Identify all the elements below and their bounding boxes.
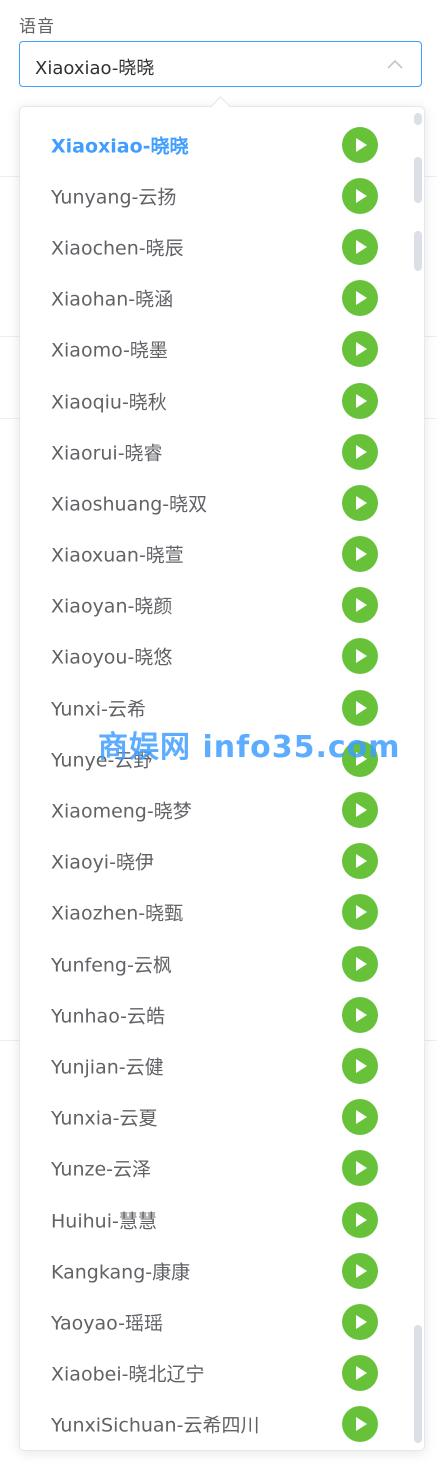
play-circle-icon[interactable] [342,792,378,829]
voice-option-label: Xiaoyi-晓伊 [51,851,154,874]
play-circle-icon[interactable] [342,331,378,368]
play-circle-icon[interactable] [342,177,378,214]
voice-option-label: Xiaomo-晓墨 [51,339,168,362]
play-circle-icon[interactable] [342,1406,378,1443]
voice-option[interactable]: Yunze-云泽 [20,1143,424,1194]
play-circle-icon[interactable] [342,228,378,265]
voice-option-label: Yunyang-云扬 [51,186,177,209]
voice-option[interactable]: Xiaorui-晓睿 [20,426,424,477]
voice-option[interactable]: Xiaoxiao-晓晓 [20,119,424,170]
play-circle-icon[interactable] [342,382,378,419]
voice-option-label: Yunjian-云健 [51,1056,164,1079]
voice-option-label: Xiaochen-晓辰 [51,237,184,260]
voice-option-label: Xiaoyou-晓悠 [51,646,173,669]
play-circle-icon[interactable] [342,1355,378,1392]
voice-option[interactable]: Yunfeng-云枫 [20,938,424,989]
voice-option-label: Xiaoxiao-晓晓 [51,135,189,158]
voice-option[interactable]: Yunxia-云夏 [20,1092,424,1143]
voice-option[interactable]: Xiaomeng-晓梦 [20,784,424,835]
voice-option-label: Yunxia-云夏 [51,1107,158,1130]
voice-option-label: Yaoyao-瑶瑶 [51,1312,163,1335]
voice-option[interactable]: Xiaohan-晓涵 [20,273,424,324]
voice-option[interactable]: Yunyang-云扬 [20,170,424,221]
play-circle-icon[interactable] [342,1201,378,1238]
voice-option-list: Xiaoxiao-晓晓 Yunyang-云扬 Xiaochen-晓辰 Xiaohan-… [20,119,424,1450]
scrollbar-thumb[interactable] [414,1325,422,1443]
voice-select-value: Xiaoxiao-晓晓 [35,58,155,79]
play-circle-icon[interactable] [342,587,378,624]
voice-option-label: Xiaomeng-晓梦 [51,800,192,823]
voice-option-label: Kangkang-康康 [51,1261,191,1284]
voice-option-label: Xiaorui-晓睿 [51,442,163,465]
voice-option[interactable]: Xiaoqiu-晓秋 [20,375,424,426]
play-circle-icon[interactable] [342,996,378,1033]
voice-option[interactable]: Xiaomo-晓墨 [20,324,424,375]
voice-option-label: YunxiSichuan-云希四川 [51,1414,260,1437]
play-circle-icon[interactable] [342,1252,378,1289]
voice-option[interactable]: Xiaobei-晓北辽宁 [20,1348,424,1399]
voice-option-label: Yunye-云野 [51,749,153,772]
voice-option-label: Xiaozhen-晓甄 [51,902,184,925]
chevron-up-icon [387,59,403,69]
voice-option[interactable]: Xiaoyi-晓伊 [20,836,424,887]
voice-option-label: Xiaoxuan-晓萱 [51,544,184,567]
voice-option[interactable]: Yunhao-云皓 [20,989,424,1040]
scrollbar-thumb[interactable] [414,113,422,125]
play-circle-icon[interactable] [342,126,378,163]
voice-option-label: Yunze-云泽 [51,1158,152,1181]
voice-option-label: Xiaohan-晓涵 [51,288,174,311]
voice-option-label: Xiaoshuang-晓双 [51,493,208,516]
voice-option[interactable]: Kangkang-康康 [20,1245,424,1296]
voice-option[interactable]: Xiaoyan-晓颜 [20,580,424,631]
voice-option[interactable]: YunxiSichuan-云希四川 [20,1399,424,1450]
voice-option[interactable]: Xiaochen-晓辰 [20,221,424,272]
play-circle-icon[interactable] [342,689,378,726]
voice-option[interactable]: Yunxi-云希 [20,682,424,733]
scrollbar[interactable] [414,113,422,1443]
voice-option[interactable]: Huihui-慧慧 [20,1194,424,1245]
play-circle-icon[interactable] [342,433,378,470]
play-circle-icon[interactable] [342,536,378,573]
voice-field-label: 语音 [19,17,55,37]
voice-option[interactable]: Xiaoyou-晓悠 [20,631,424,682]
voice-option-label: Yunxi-云希 [51,698,146,721]
play-circle-icon[interactable] [342,484,378,521]
voice-option-label: Xiaobei-晓北辽宁 [51,1363,205,1386]
play-circle-icon[interactable] [342,1099,378,1136]
voice-option[interactable]: Xiaozhen-晓甄 [20,887,424,938]
voice-option[interactable]: Xiaoshuang-晓双 [20,477,424,528]
play-circle-icon[interactable] [342,894,378,931]
voice-option-label: Xiaoqiu-晓秋 [51,391,167,414]
play-circle-icon[interactable] [342,280,378,317]
scrollbar-thumb[interactable] [414,157,422,203]
voice-option[interactable]: Yunjian-云健 [20,1040,424,1091]
voice-option[interactable]: Yaoyao-瑶瑶 [20,1296,424,1347]
voice-select[interactable]: Xiaoxiao-晓晓 [19,41,422,87]
voice-option-label: Huihui-慧慧 [51,1210,157,1233]
play-circle-icon[interactable] [342,1047,378,1084]
play-circle-icon[interactable] [342,1150,378,1187]
voice-dropdown: Xiaoxiao-晓晓 Yunyang-云扬 Xiaochen-晓辰 Xiaohan-… [19,106,425,1451]
voice-option[interactable]: Yunye-云野 [20,733,424,784]
play-circle-icon[interactable] [342,740,378,777]
play-circle-icon[interactable] [342,843,378,880]
play-circle-icon[interactable] [342,945,378,982]
voice-option-label: Xiaoyan-晓颜 [51,595,173,618]
play-circle-icon[interactable] [342,1303,378,1340]
voice-option[interactable]: Xiaoxuan-晓萱 [20,529,424,580]
scrollbar-thumb[interactable] [414,231,422,271]
play-circle-icon[interactable] [342,638,378,675]
voice-option-label: Yunfeng-云枫 [51,954,172,977]
voice-option-label: Yunhao-云皓 [51,1005,166,1028]
